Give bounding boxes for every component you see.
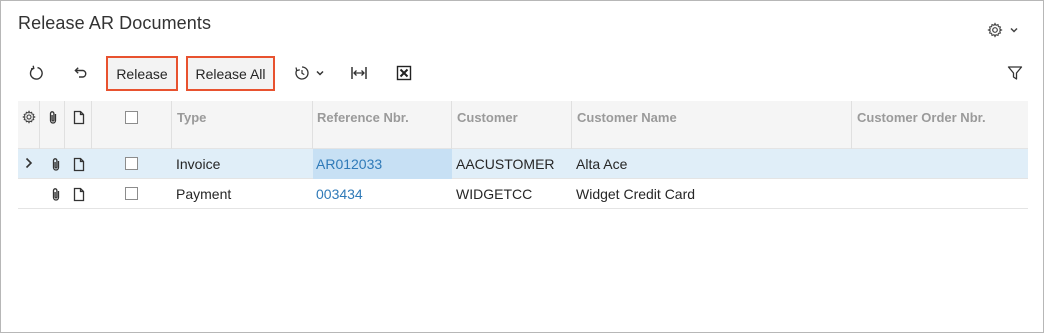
- page-title: Release AR Documents: [18, 13, 212, 33]
- select-all-checkbox[interactable]: [125, 111, 138, 124]
- notes-header: [65, 101, 92, 149]
- column-header-customer-label: Customer: [457, 110, 518, 125]
- filter-button[interactable]: [1004, 63, 1026, 83]
- export-excel-icon: [396, 65, 412, 81]
- table-row[interactable]: Payment 003434 WIDGETCC Widget Credit Ca…: [18, 179, 1028, 209]
- column-header-customer-order-nbr[interactable]: Customer Order Nbr.: [852, 101, 1028, 149]
- column-header-type[interactable]: Type: [172, 101, 313, 149]
- cell-customer-name: Alta Ace: [576, 156, 628, 172]
- paperclip-icon[interactable]: [50, 187, 62, 202]
- cell-customer: AACUSTOMER: [456, 156, 555, 172]
- export-to-excel-button[interactable]: [393, 63, 415, 83]
- column-header-reference-nbr[interactable]: Reference Nbr.: [313, 101, 452, 149]
- cell-reference-nbr-link[interactable]: AR012033: [316, 156, 382, 172]
- row-select-checkbox[interactable]: [125, 157, 138, 170]
- paperclip-icon: [47, 110, 59, 125]
- undo-icon: [72, 65, 88, 81]
- table-row[interactable]: Invoice AR012033 AACUSTOMER Alta Ace: [18, 149, 1028, 179]
- document-icon[interactable]: [73, 187, 85, 202]
- column-header-reference-nbr-label: Reference Nbr.: [317, 110, 409, 125]
- undo-button[interactable]: [69, 63, 91, 83]
- cell-customer-name: Widget Credit Card: [576, 186, 696, 202]
- chevron-right-icon[interactable]: [24, 157, 33, 169]
- column-header-type-label: Type: [177, 110, 207, 125]
- chevron-down-icon: [1009, 25, 1019, 35]
- schedule-icon: [294, 65, 310, 81]
- gear-icon: [22, 110, 36, 124]
- release-ar-documents-window: Release AR Documents Release Release All: [0, 0, 1044, 333]
- select-all-header: [92, 101, 172, 149]
- cell-customer: WIDGETCC: [456, 186, 533, 202]
- chevron-down-icon: [315, 68, 325, 78]
- column-header-customer-name-label: Customer Name: [577, 110, 677, 125]
- release-all-button[interactable]: Release All: [186, 56, 275, 91]
- grid-header: Type Reference Nbr. Customer Customer Na…: [18, 101, 1028, 149]
- gear-icon: [987, 22, 1003, 38]
- screen-settings-menu[interactable]: [987, 20, 1023, 40]
- row-select-checkbox[interactable]: [125, 187, 138, 200]
- document-icon[interactable]: [73, 157, 85, 172]
- cell-type: Payment: [176, 186, 232, 202]
- paperclip-icon[interactable]: [50, 157, 62, 172]
- release-button[interactable]: Release: [106, 56, 178, 91]
- cell-reference-nbr-link[interactable]: 003434: [316, 186, 363, 202]
- column-settings-header[interactable]: [18, 101, 40, 149]
- filter-icon: [1007, 65, 1023, 81]
- fit-width-icon: [350, 65, 368, 81]
- column-header-customer-order-nbr-label: Customer Order Nbr.: [857, 110, 986, 125]
- refresh-icon: [28, 65, 44, 81]
- document-icon: [73, 110, 85, 125]
- column-header-customer[interactable]: Customer: [452, 101, 572, 149]
- column-header-customer-name[interactable]: Customer Name: [572, 101, 852, 149]
- fit-to-screen-button[interactable]: [348, 63, 370, 83]
- attachments-header: [40, 101, 65, 149]
- cell-type: Invoice: [176, 156, 221, 172]
- schedule-menu-button[interactable]: [291, 63, 327, 83]
- refresh-button[interactable]: [25, 63, 47, 83]
